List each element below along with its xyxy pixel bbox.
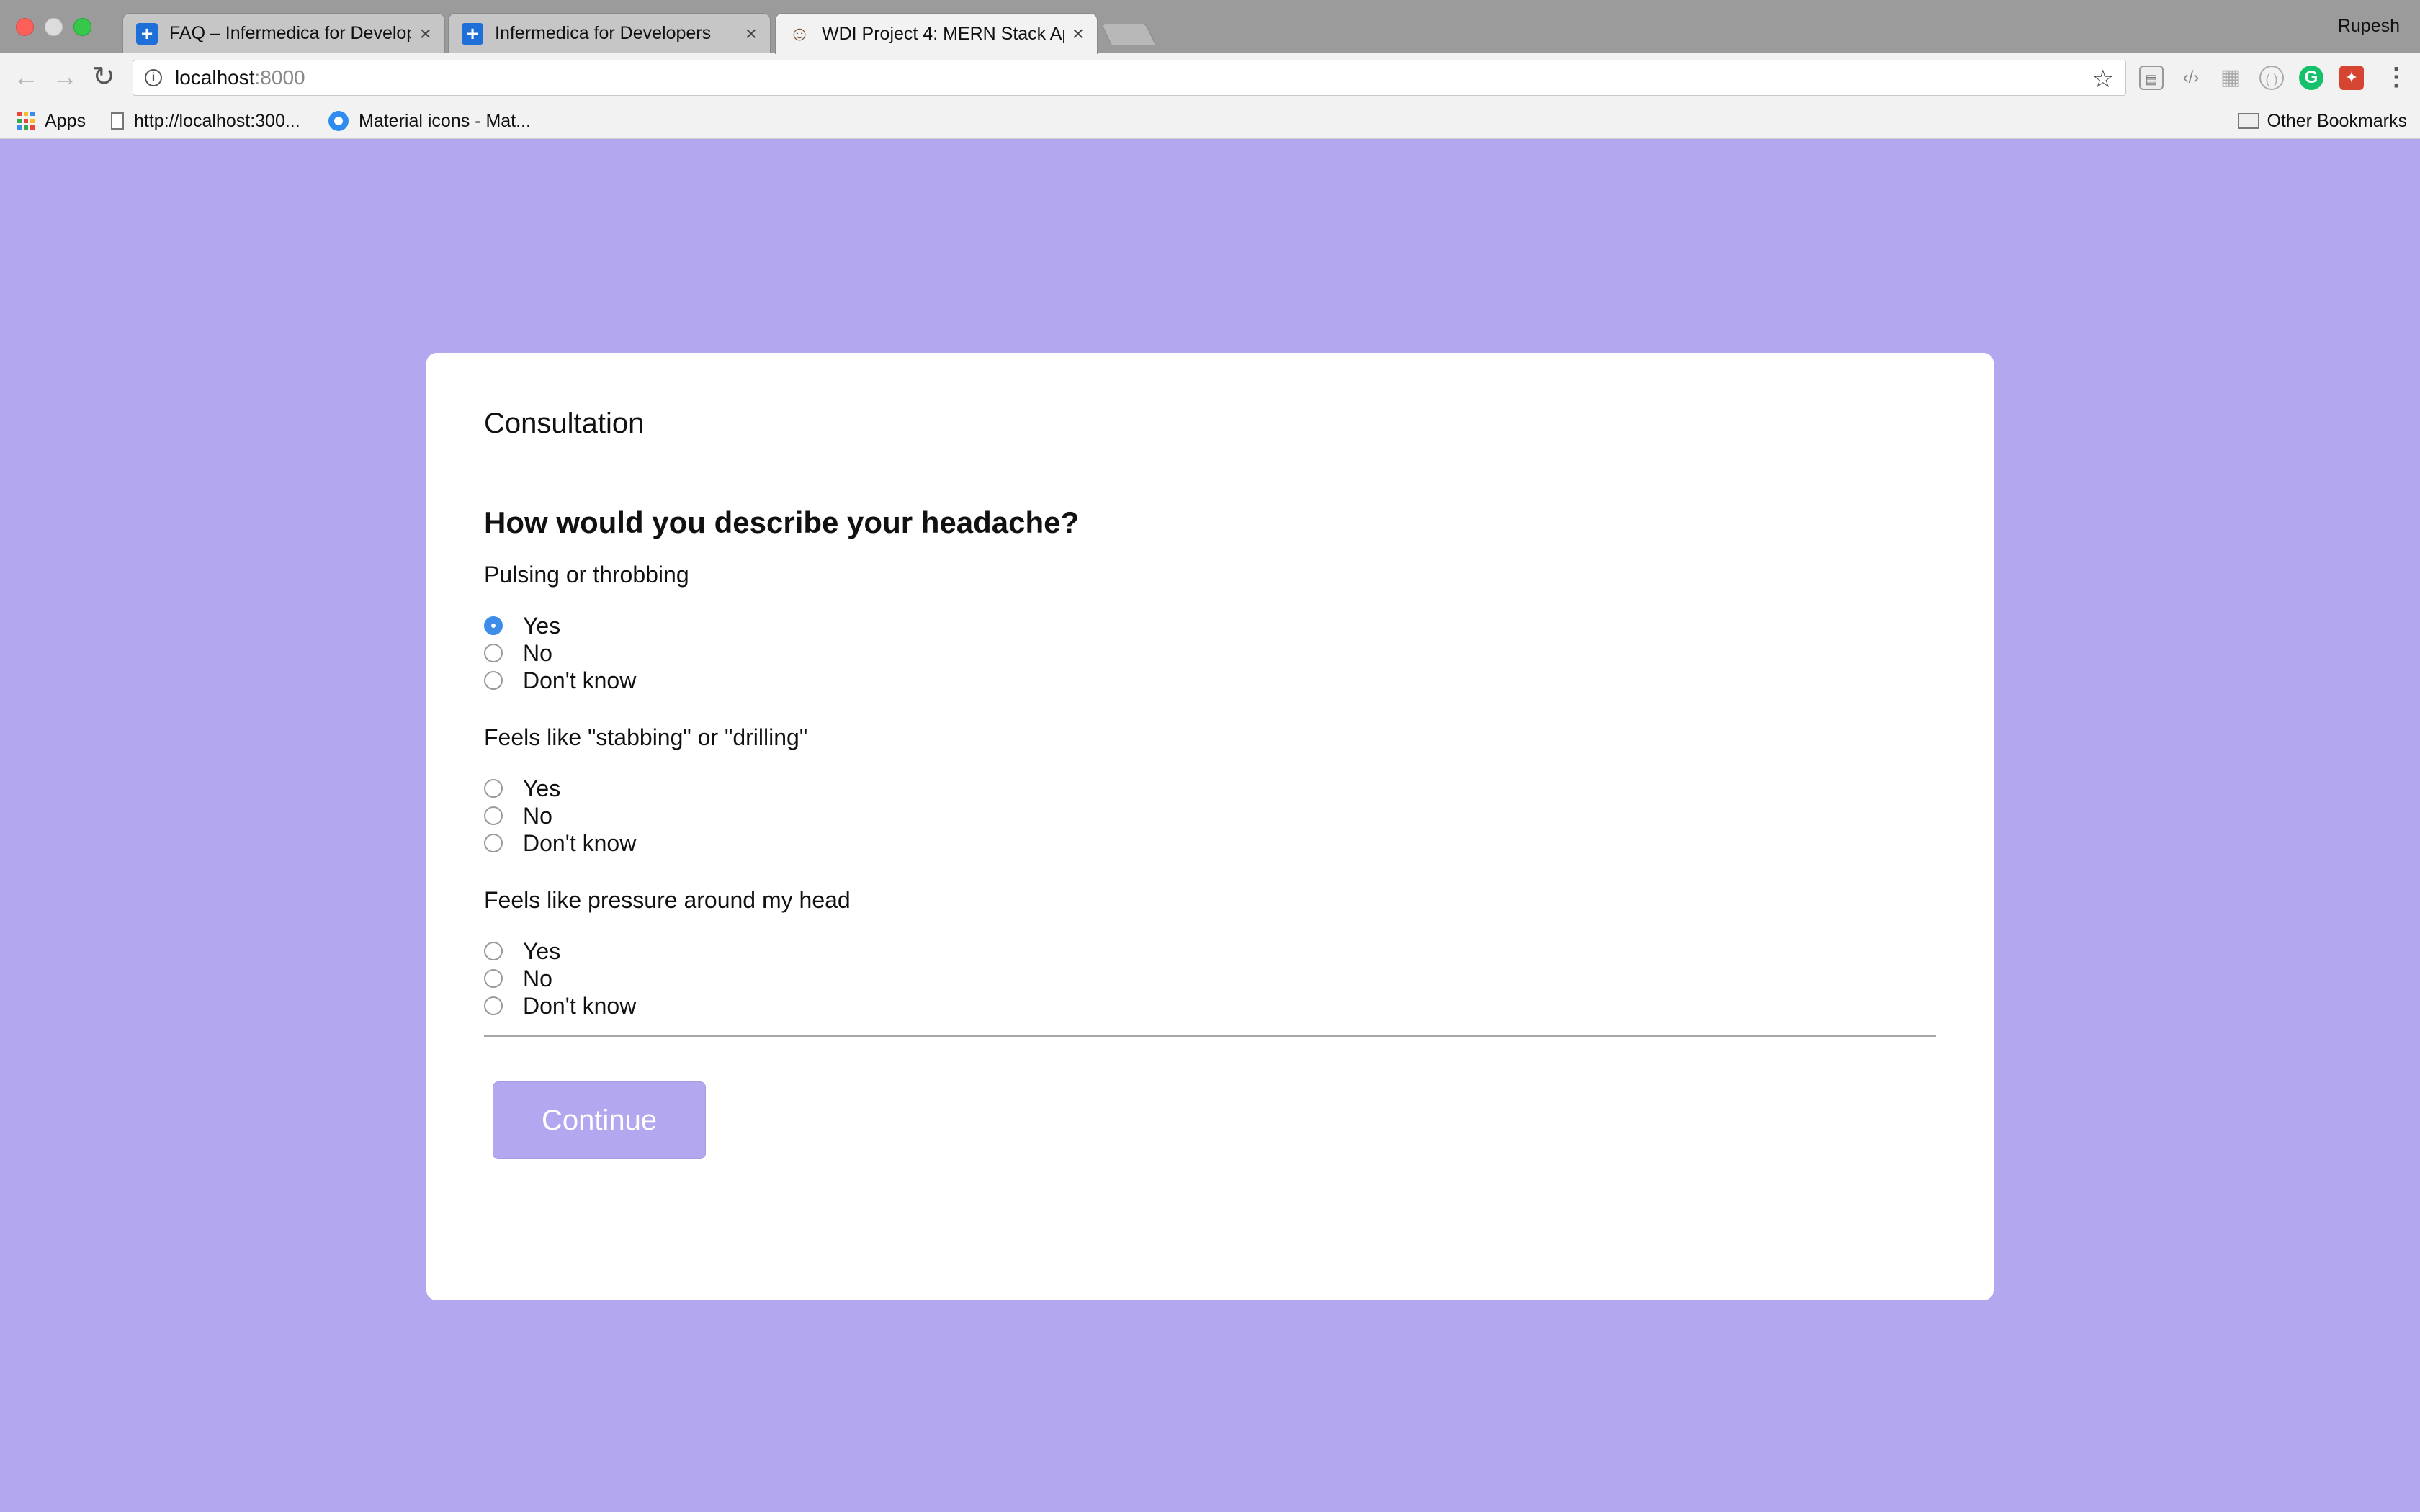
bookmark-material-icons[interactable]: Material icons - Mat...	[328, 103, 531, 139]
radio-button[interactable]	[484, 616, 503, 635]
radio-button[interactable]	[484, 834, 503, 852]
folder-icon	[2238, 113, 2260, 129]
continue-button[interactable]: Continue	[493, 1081, 706, 1159]
extension-page-icon[interactable]: ▤	[2139, 66, 2164, 90]
bookmarks-bar: Apps http://localhost:300... Material ic…	[0, 103, 2420, 139]
plus-icon: +	[136, 22, 158, 45]
symptom-label: Feels like "stabbing" or "drilling"	[484, 724, 808, 750]
tab-infermedica[interactable]: + Infermedica for Developers ×	[448, 13, 771, 53]
option-label: Don't know	[523, 992, 637, 1019]
close-tab-icon[interactable]: ×	[420, 22, 431, 45]
radio-option-yes[interactable]: Yes	[484, 937, 560, 965]
apps-grid-icon	[17, 112, 36, 130]
close-window-button[interactable]	[16, 18, 34, 36]
bookmark-label: Apps	[45, 110, 86, 131]
browser-chrome: + FAQ – Infermedica for Develop × + Infe…	[0, 0, 2420, 139]
radio-option-yes[interactable]: Yes	[484, 775, 560, 802]
option-label: No	[523, 639, 552, 666]
back-arrow-icon[interactable]: ←	[13, 63, 39, 91]
code-icon[interactable]: ‹/›	[2179, 66, 2203, 90]
reload-icon[interactable]: ↻	[92, 63, 115, 91]
extension-circle-icon[interactable]: ( )	[2259, 66, 2284, 90]
radio-button[interactable]	[484, 942, 503, 960]
address-bar[interactable]: i localhost:8000 ☆	[133, 60, 2126, 96]
page-title: Consultation	[484, 408, 645, 439]
new-tab-button[interactable]	[1101, 24, 1156, 45]
bookmark-label: http://localhost:300...	[134, 110, 300, 131]
tab-title: WDI Project 4: MERN Stack Ap	[822, 23, 1064, 44]
zoom-window-button[interactable]	[73, 18, 91, 36]
bookmark-label: Other Bookmarks	[2267, 110, 2407, 131]
menu-icon[interactable]: ⋮	[2384, 63, 2408, 91]
profile-name[interactable]: Rupesh	[2338, 16, 2400, 37]
tab-wdi-project[interactable]: ☺ WDI Project 4: MERN Stack Ap ×	[775, 13, 1098, 54]
layout-icon[interactable]: ▦	[2218, 66, 2243, 90]
divider	[484, 1035, 1936, 1037]
star-icon[interactable]: ☆	[2092, 65, 2114, 94]
url-port: :8000	[254, 66, 305, 89]
radio-button[interactable]	[484, 779, 503, 798]
url-host: localhost	[175, 66, 255, 89]
option-label: No	[523, 965, 552, 991]
radio-button[interactable]	[484, 671, 503, 690]
question-heading: How would you describe your headache?	[484, 505, 1080, 539]
info-icon[interactable]: i	[145, 69, 162, 86]
radio-option-no[interactable]: No	[484, 965, 552, 992]
option-label: No	[523, 802, 552, 829]
close-tab-icon[interactable]: ×	[1072, 22, 1084, 45]
minimize-window-button[interactable]	[45, 18, 63, 36]
radio-option-dont-know[interactable]: Don't know	[484, 667, 636, 694]
bookmark-label: Material icons - Mat...	[359, 110, 531, 131]
radio-option-dont-know[interactable]: Don't know	[484, 829, 636, 857]
page-background: Consultation How would you describe your…	[0, 140, 2420, 1512]
symptom-label: Pulsing or throbbing	[484, 562, 689, 588]
extension-red-icon[interactable]: ✦	[2339, 66, 2364, 90]
radio-button[interactable]	[484, 644, 503, 662]
bookmark-apps[interactable]: Apps	[17, 103, 86, 139]
radio-button[interactable]	[484, 806, 503, 825]
option-label: Yes	[523, 775, 561, 801]
consultation-card: Consultation How would you describe your…	[426, 353, 1994, 1300]
bookmark-localhost[interactable]: http://localhost:300...	[111, 103, 300, 139]
radio-option-dont-know[interactable]: Don't know	[484, 992, 636, 1020]
bookmark-other[interactable]: Other Bookmarks	[2238, 103, 2407, 139]
tab-title: Infermedica for Developers	[495, 23, 712, 43]
symptom-label: Feels like pressure around my head	[484, 887, 851, 913]
radio-button[interactable]	[484, 969, 503, 988]
radio-option-yes[interactable]: Yes	[484, 612, 560, 639]
option-label: Don't know	[523, 829, 637, 856]
radio-option-no[interactable]: No	[484, 802, 552, 829]
grammarly-icon[interactable]: G	[2299, 66, 2323, 90]
tab-title: FAQ – Infermedica for Develop	[169, 23, 411, 43]
radio-button[interactable]	[484, 996, 503, 1015]
option-label: Yes	[523, 937, 561, 964]
option-label: Don't know	[523, 667, 637, 693]
forward-arrow-icon[interactable]: →	[52, 63, 78, 91]
radio-option-no[interactable]: No	[484, 639, 552, 667]
plus-icon: +	[462, 22, 483, 45]
close-tab-icon[interactable]: ×	[745, 22, 757, 45]
material-icon	[328, 111, 349, 131]
person-icon: ☺	[789, 22, 810, 45]
option-label: Yes	[523, 612, 561, 639]
tab-faq[interactable]: + FAQ – Infermedica for Develop ×	[122, 13, 445, 53]
document-icon	[111, 112, 124, 130]
tab-strip: + FAQ – Infermedica for Develop × + Infe…	[0, 0, 2420, 54]
browser-toolbar: ← → ↻ i localhost:8000 ☆ ▤ ‹/› ▦ ( ) G ✦…	[0, 53, 2420, 103]
